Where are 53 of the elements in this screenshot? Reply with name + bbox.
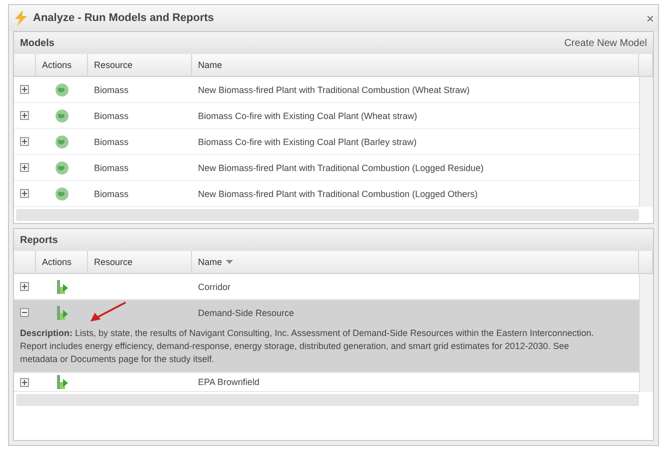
column-header[interactable]: Resource <box>88 251 192 274</box>
expand-icon[interactable] <box>20 111 29 120</box>
table-cell: New Biomass-fired Plant with Traditional Combustion (Logged Others) <box>198 188 478 198</box>
create-model-link[interactable]: Create New Model <box>564 38 647 48</box>
expand-icon[interactable] <box>20 85 29 94</box>
report-icon[interactable] <box>56 374 68 390</box>
collapse-icon[interactable] <box>20 308 29 317</box>
table-cell: Biomass <box>94 84 129 94</box>
table-cell: EPA Brownfield <box>198 377 260 387</box>
expand-icon[interactable] <box>20 163 29 172</box>
window-title: Analyze - Run Models and Reports <box>33 12 215 24</box>
sort-icon <box>226 260 234 264</box>
column-header[interactable]: Actions <box>36 54 88 77</box>
report-icon[interactable] <box>56 278 68 294</box>
panel-title: Reports <box>20 234 58 246</box>
table-cell: Biomass <box>94 136 129 146</box>
column-header[interactable]: Name <box>192 251 639 274</box>
expand-icon[interactable] <box>20 189 29 198</box>
row-description: Description: Lists, by state, the results of Navigant Consulting, Inc. Assessment of Demand-Side Resources within the Eastern Interconnection. Report includes energy efficiency, demand-response, energy storage, distributed generation, and smart grid estimates for 2012-2030. See metadata or Documents page for the study itself. <box>19 327 595 366</box>
expand-icon[interactable] <box>20 137 29 146</box>
table-row[interactable] <box>14 300 639 373</box>
scrollbar[interactable] <box>639 274 653 392</box>
column-header[interactable] <box>14 54 36 77</box>
table-cell: New Biomass-fired Plant with Traditional Combustion (Wheat Straw) <box>198 84 470 94</box>
scrollbar[interactable] <box>16 209 639 221</box>
globe-icon[interactable] <box>55 186 69 200</box>
table-cell: Demand-Side Resource <box>198 308 294 318</box>
panel-title: Models <box>20 38 54 48</box>
column-header[interactable]: Actions <box>36 251 88 274</box>
report-icon[interactable] <box>56 304 68 320</box>
scrollbar[interactable] <box>16 394 639 406</box>
globe-icon[interactable] <box>55 134 69 148</box>
scrollbar[interactable] <box>639 77 653 207</box>
column-header <box>639 251 653 274</box>
column-header[interactable] <box>14 251 36 274</box>
table-cell: Biomass <box>94 188 129 198</box>
table-cell: Corridor <box>198 282 231 292</box>
expand-icon[interactable] <box>20 282 29 291</box>
globe-icon[interactable] <box>55 160 69 174</box>
expand-icon[interactable] <box>20 378 29 386</box>
table-row[interactable]: EPA Brownfield <box>14 373 639 392</box>
close-button[interactable]: × <box>646 10 654 26</box>
table-cell: Biomass Co-fire with Existing Coal Plant (Barley straw) <box>198 136 417 146</box>
column-header[interactable]: Name <box>192 54 639 77</box>
globe-icon[interactable] <box>55 82 69 96</box>
table-cell: Biomass Co-fire with Existing Coal Plant (Wheat straw) <box>198 110 418 120</box>
table-cell: New Biomass-fired Plant with Traditional Combustion (Logged Residue) <box>198 162 484 172</box>
globe-icon[interactable] <box>55 108 69 122</box>
column-header[interactable]: Resource <box>88 54 192 77</box>
column-header <box>639 54 653 77</box>
lightning-icon <box>13 10 29 26</box>
table-cell: Biomass <box>94 162 129 172</box>
table-cell: Biomass <box>94 110 129 120</box>
